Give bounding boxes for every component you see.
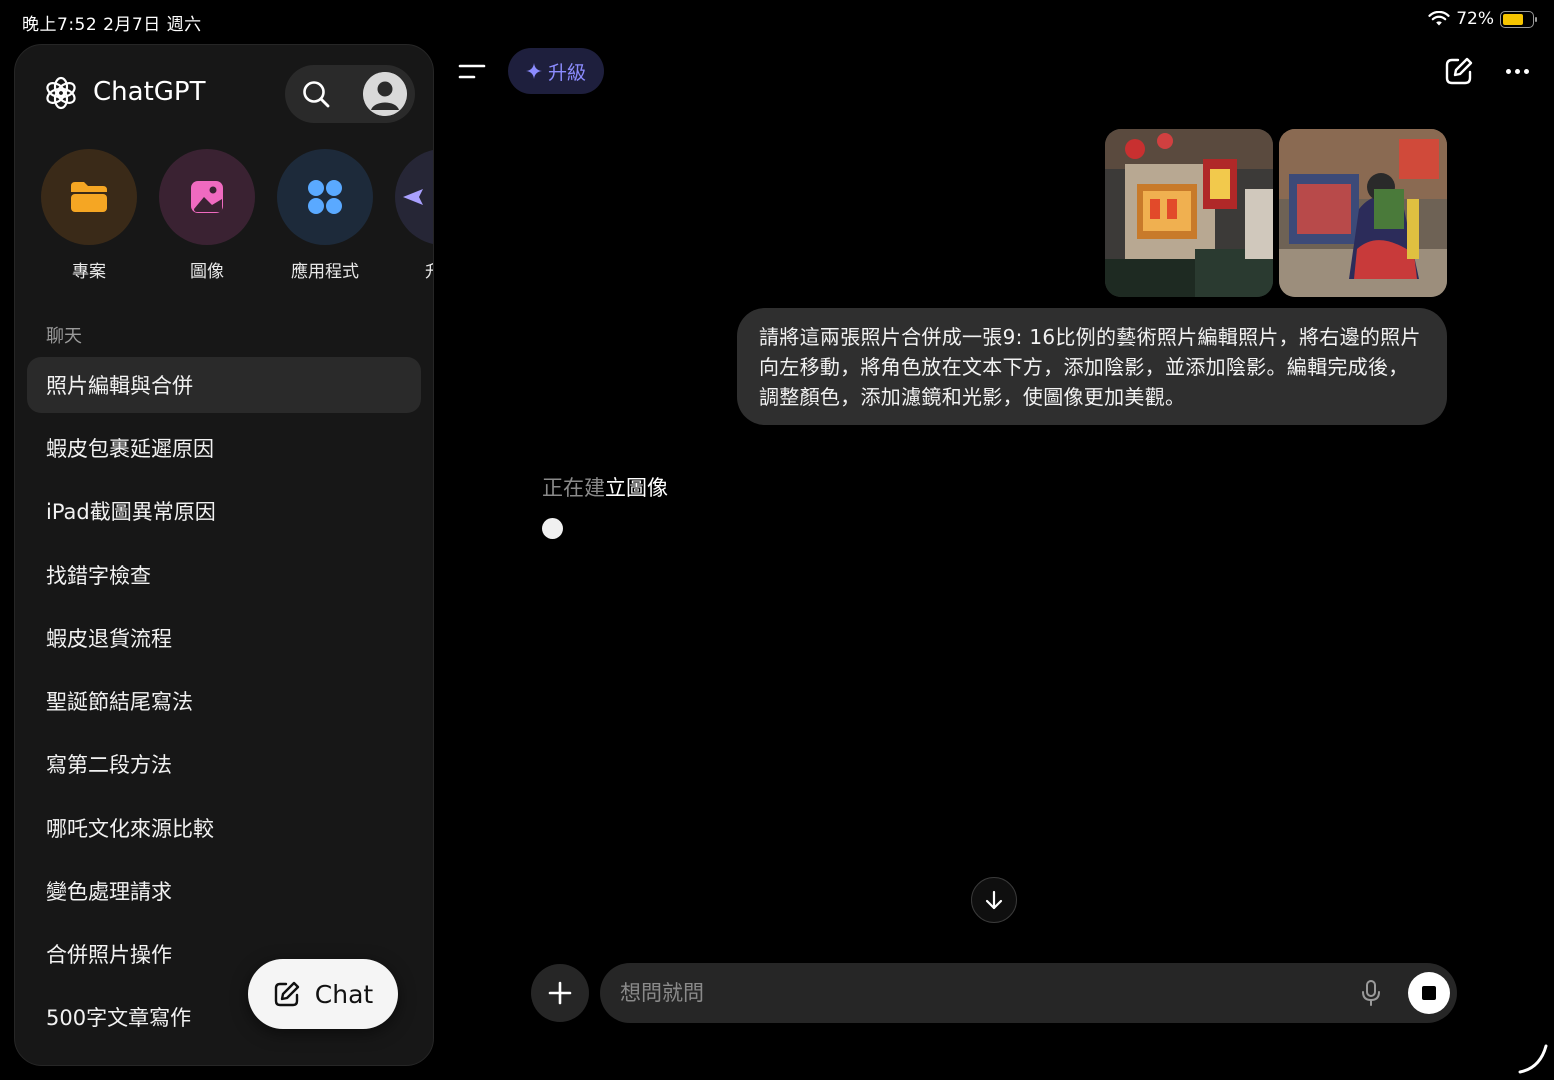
stop-generating-button[interactable] (1408, 972, 1450, 1014)
stop-icon (1422, 986, 1436, 1000)
attach-button[interactable] (531, 964, 589, 1022)
sidebar: ChatGPT 專案 圖像 應用程式 聊天 照片編輯與合併 蝦皮包裹延遲原因 i… (14, 44, 434, 1066)
attached-image-shrine[interactable] (1105, 129, 1273, 297)
user-message-bubble: 請將這兩張照片合併成一張9: 16比例的藝術照片編輯照片，將右邊的照片向左移動，… (737, 308, 1447, 425)
attached-image-figure[interactable] (1279, 129, 1447, 297)
status-time: 晚上7:52 2月7日 週六 (22, 15, 202, 35)
dictate-button[interactable] (1356, 978, 1386, 1008)
user-icon (363, 72, 407, 116)
apps-circle (277, 149, 373, 245)
compose-icon (1445, 57, 1473, 85)
typing-indicator (542, 518, 563, 539)
upgrade-circle (395, 149, 433, 245)
dot-icon (1505, 68, 1511, 74)
chat-item[interactable]: 寫第二段方法 (27, 736, 421, 792)
sidebar-toggle-button[interactable] (456, 56, 488, 88)
plus-icon (548, 981, 572, 1005)
quick-action-label: 圖像 (190, 262, 224, 282)
quick-action-upgrade[interactable]: 升 (395, 149, 433, 282)
photo-figure-icon (1279, 129, 1447, 297)
upgrade-button[interactable]: 升級 (508, 48, 604, 94)
apps-icon (308, 180, 342, 214)
section-title-chats: 聊天 (46, 326, 82, 347)
projects-circle (41, 149, 137, 245)
photo-shrine-icon (1105, 129, 1273, 297)
quick-action-images[interactable]: 圖像 (159, 149, 255, 282)
new-chat-header-button[interactable] (1444, 56, 1474, 86)
chat-item[interactable]: 哪吒文化來源比較 (27, 800, 421, 856)
assistant-status: 正在建立圖像 (542, 472, 668, 502)
chat-item[interactable]: 聖誕節結尾寫法 (27, 673, 421, 729)
quick-action-label: 升 (395, 257, 433, 282)
status-indicators: 72% (1428, 9, 1537, 29)
upgrade-label: 升級 (547, 61, 586, 84)
chat-item[interactable]: 蝦皮退貨流程 (27, 610, 421, 666)
dot-icon (1514, 68, 1520, 74)
chat-item[interactable]: 找錯字檢查 (27, 547, 421, 603)
folder-icon (71, 182, 107, 212)
dot-icon (1523, 68, 1529, 74)
quick-action-label: 應用程式 (291, 262, 359, 282)
chatgpt-logo-icon (46, 76, 76, 110)
chat-item[interactable]: 蝦皮包裹延遲原因 (27, 420, 421, 476)
wifi-icon (1428, 11, 1450, 26)
quick-action-projects[interactable]: 專案 (41, 149, 137, 282)
brand-name: ChatGPT (93, 77, 206, 107)
message-input[interactable] (620, 973, 1320, 1013)
compose-icon (274, 981, 299, 1007)
avatar[interactable] (363, 72, 407, 116)
upgrade-icon (403, 189, 423, 205)
sidebar-header: ChatGPT (15, 45, 433, 145)
search-button[interactable] (297, 75, 335, 113)
image-icon (191, 181, 223, 213)
new-chat-button[interactable]: Chat (248, 959, 398, 1029)
more-options-button[interactable] (1500, 56, 1534, 86)
assistant-status-dim: 正在建 (542, 476, 605, 500)
sparkle-icon (525, 63, 542, 79)
scroll-to-bottom-button[interactable] (971, 877, 1017, 923)
microphone-icon (1362, 980, 1380, 1006)
new-chat-label: Chat (314, 979, 374, 1009)
chat-item[interactable]: iPad截圖異常原因 (27, 483, 421, 539)
battery-icon (1500, 10, 1537, 28)
assistant-status-bright: 立圖像 (605, 476, 668, 500)
arrow-down-icon (985, 890, 1003, 910)
quick-action-label: 專案 (72, 262, 106, 282)
composer (600, 963, 1457, 1023)
chat-item[interactable]: 照片編輯與合併 (27, 357, 421, 413)
resize-handle-icon[interactable] (1516, 1040, 1550, 1076)
quick-action-apps[interactable]: 應用程式 (277, 149, 373, 282)
menu-icon (458, 64, 486, 79)
images-circle (159, 149, 255, 245)
chat-item[interactable]: 變色處理請求 (27, 863, 421, 919)
search-icon (303, 81, 330, 108)
battery-percent: 72% (1456, 9, 1494, 29)
